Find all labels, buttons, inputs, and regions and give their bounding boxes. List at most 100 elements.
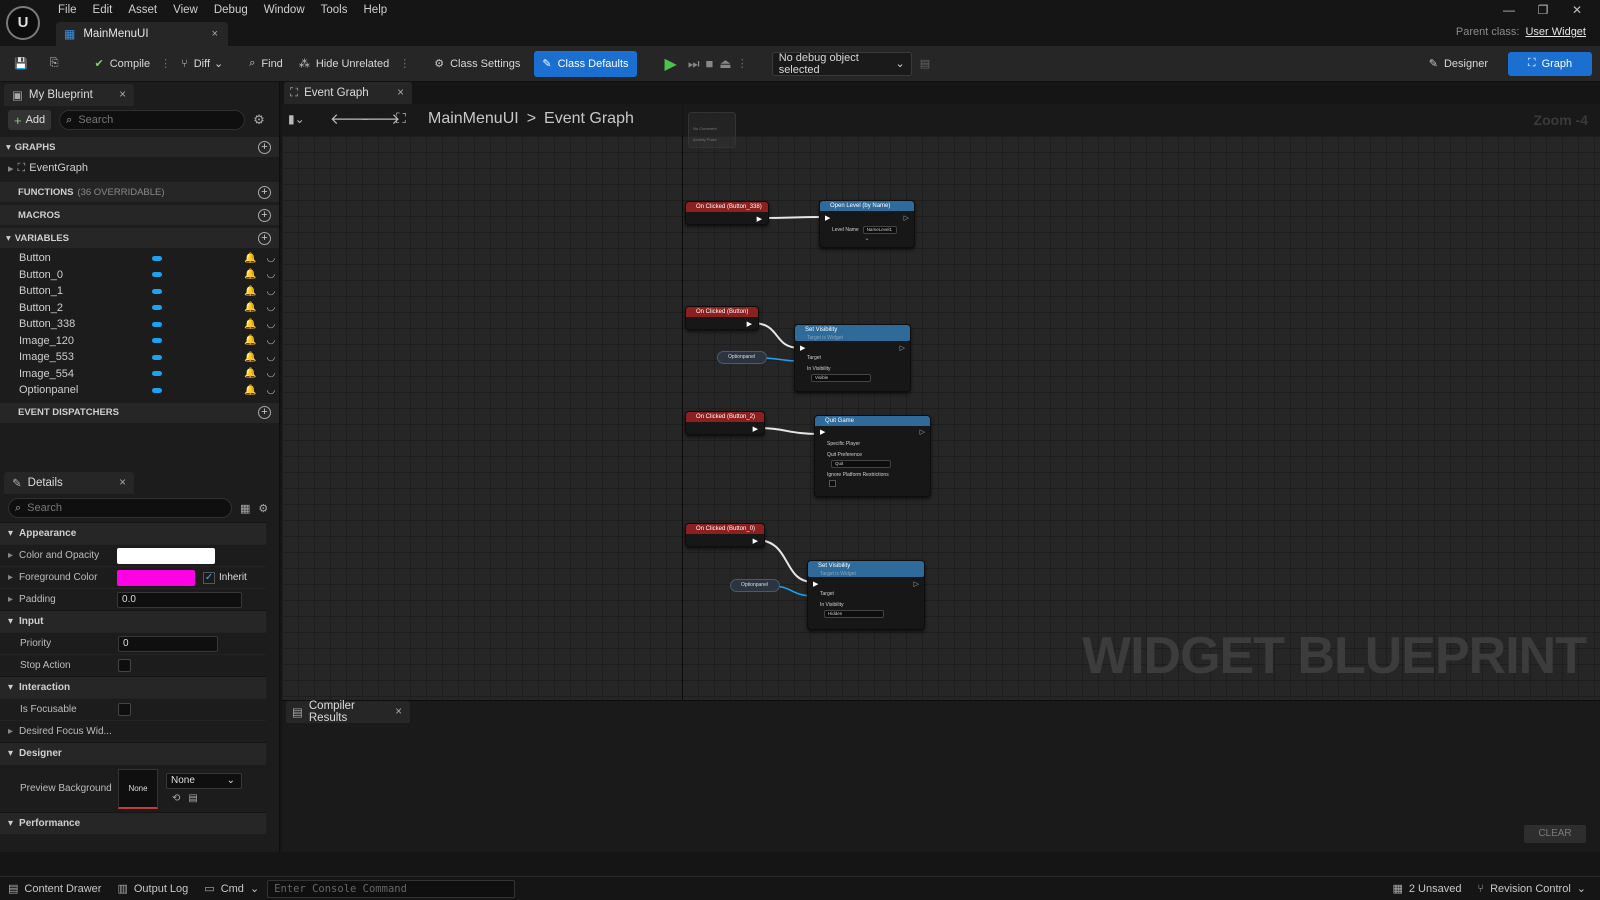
exec-pin-icon[interactable]: ▶ [757,215,762,223]
close-window-button[interactable]: ✕ [1560,0,1594,20]
chevron-right-icon[interactable]: ▸ [8,550,13,561]
debug-object-select[interactable]: No debug object selected ⌄ [771,51,912,76]
prop-desired-focus[interactable]: ▸ Desired Focus Wid... [0,720,266,742]
chevron-right-icon[interactable]: ▸ [8,572,13,583]
variable-row[interactable]: Image_553 🔔 ◡ [0,349,279,366]
step-button[interactable]: ⏭ [685,52,703,76]
exec-pin-icon[interactable]: ▶ [825,214,830,222]
bell-icon[interactable]: 🔔 [244,269,256,280]
my-blueprint-search-input[interactable]: ⌕ Search [59,110,246,130]
bell-icon[interactable]: 🔔 [244,335,256,346]
restore-button[interactable]: ❐ [1526,0,1560,20]
exec-out-pin-icon[interactable]: ▷ [914,580,919,588]
diff-button[interactable]: ⑂ Diff ⌄ [173,52,231,76]
eye-icon[interactable]: ◡ [266,302,275,313]
menu-tools[interactable]: Tools [313,0,356,20]
minimize-button[interactable]: — [1492,0,1526,20]
gear-icon[interactable]: ⚙ [253,112,265,128]
debug-browse-button[interactable]: ▤ [912,52,938,76]
menu-edit[interactable]: Edit [85,0,121,20]
close-tab-icon[interactable]: × [395,706,402,718]
find-button[interactable]: ⌕ Find [241,52,291,76]
close-tab-icon[interactable]: × [119,89,126,101]
is-focusable-checkbox[interactable] [118,703,131,716]
hide-unrelated-button[interactable]: ⁂ Hide Unrelated [291,52,397,76]
exec-out-pin-icon[interactable]: ▷ [904,214,909,222]
category-interaction[interactable]: ▾ Interaction [0,676,266,698]
details-tab[interactable]: ✎ Details × [4,472,134,494]
exec-out-pin-icon[interactable]: ▷ [900,344,905,352]
padding-input[interactable]: 0.0 [117,591,243,608]
compile-button[interactable]: ✔ Compile [87,52,159,76]
variable-row[interactable]: Button_2 🔔 ◡ [0,300,279,317]
console-command-input[interactable]: Enter Console Command [267,879,516,898]
ignore-restrictions-checkbox[interactable] [829,480,836,487]
compile-options-icon[interactable]: ⋮ [160,57,171,70]
chevron-right-icon[interactable]: ▸ [8,594,13,605]
priority-input[interactable]: 0 [118,635,218,652]
browse-button[interactable]: ⎘ [42,52,73,76]
menu-asset[interactable]: Asset [120,0,165,20]
event-node-button-2[interactable]: On Clicked (Button_2) ▶ [685,411,765,435]
eye-icon[interactable]: ◡ [266,253,275,264]
eye-icon[interactable]: ◡ [266,368,275,379]
revision-control-button[interactable]: ⑂ Revision Control ⌄ [1469,877,1594,900]
bell-icon[interactable]: 🔔 [244,385,256,396]
variable-row[interactable]: Button_1 🔔 ◡ [0,283,279,300]
close-tab-icon[interactable]: × [397,87,404,99]
exec-pin-icon[interactable]: ▶ [747,320,752,328]
event-node-button-338[interactable]: On Clicked (Button_338) ▶ [685,201,769,225]
inherit-checkbox[interactable]: ✓ [203,571,216,584]
variable-row[interactable]: Image_554 🔔 ◡ [0,366,279,383]
my-blueprint-tab[interactable]: ▣ My Blueprint × [4,84,134,106]
function-node-quit-game[interactable]: Quit Game ▶ ▷ Specific Player Quit Prefe… [814,415,931,497]
clear-button[interactable]: CLEAR [1524,825,1586,843]
menu-window[interactable]: Window [256,0,313,20]
gear-icon[interactable]: ⚙ [258,502,268,515]
eye-icon[interactable]: ◡ [266,286,275,297]
visibility-select[interactable]: Hidden [824,610,884,618]
graph-canvas[interactable]: ▮⌄ 🡐 🡒 ⛶ MainMenuUI > Event Graph Zoom -… [282,104,1600,700]
variable-row[interactable]: Button 🔔 ◡ [0,250,279,267]
eye-icon[interactable]: ◡ [266,335,275,346]
function-node-set-visibility[interactable]: Set Visibility Target is Widget ▶ ▷ Targ… [794,324,911,392]
stop-action-checkbox[interactable] [118,659,131,672]
color-swatch-white[interactable] [117,547,216,564]
eye-icon[interactable]: ◡ [266,352,275,363]
unsaved-button[interactable]: ▦ 2 Unsaved [1384,877,1469,900]
exec-out-pin-icon[interactable]: ▷ [920,428,925,436]
function-node-open-level[interactable]: Open Level (by Name) ▶ ▷ Level Name NameL… [819,200,915,248]
exec-pin-icon[interactable]: ▶ [753,537,758,545]
category-performance[interactable]: ▾ Performance [0,812,266,834]
eye-icon[interactable]: ◡ [266,385,275,396]
save-button[interactable]: 💾 [6,52,42,76]
graph-item-eventgraph[interactable]: ▸ ⛶ EventGraph [0,157,279,179]
eject-button[interactable]: ⏏ [716,52,734,76]
parent-class-link[interactable]: User Widget [1525,26,1586,38]
preview-background-select[interactable]: None ⌄ [166,773,242,789]
bell-icon[interactable]: 🔔 [244,253,256,264]
section-event-dispatchers[interactable]: EVENT DISPATCHERS + [0,402,279,423]
category-appearance[interactable]: ▾ Appearance [0,522,266,544]
class-defaults-button[interactable]: ✎ Class Defaults [534,50,637,77]
exec-pin-icon[interactable]: ▶ [753,425,758,433]
variable-row[interactable]: Image_120 🔔 ◡ [0,333,279,350]
document-tab[interactable]: ▦ MainMenuUI × [56,22,228,46]
variable-node-optionpanel[interactable]: Optionpanel [717,351,767,364]
level-name-input[interactable]: NameLevel1 [862,226,897,234]
variable-row[interactable]: Button_338 🔔 ◡ [0,316,279,333]
bell-icon[interactable]: 🔔 [244,368,256,379]
cmd-select[interactable]: ▭ Cmd ⌄ [196,877,267,900]
preview-background-swatch[interactable]: None [118,768,158,809]
close-tab-icon[interactable]: × [212,28,218,40]
category-designer[interactable]: ▾ Designer [0,742,266,764]
function-node-set-visibility[interactable]: Set Visibility Target is Widget ▶ ▷ Targ… [807,560,925,630]
visibility-select[interactable]: Visible [811,374,871,382]
content-drawer-button[interactable]: ▤ Content Drawer [0,877,109,900]
section-macros[interactable]: MACROS + [0,205,279,225]
bell-icon[interactable]: 🔔 [244,319,256,330]
section-variables[interactable]: ▾ VARIABLES + [0,228,279,248]
variable-row[interactable]: Button_0 🔔 ◡ [0,267,279,284]
menu-help[interactable]: Help [356,0,396,20]
add-macro-icon[interactable]: + [258,208,271,222]
